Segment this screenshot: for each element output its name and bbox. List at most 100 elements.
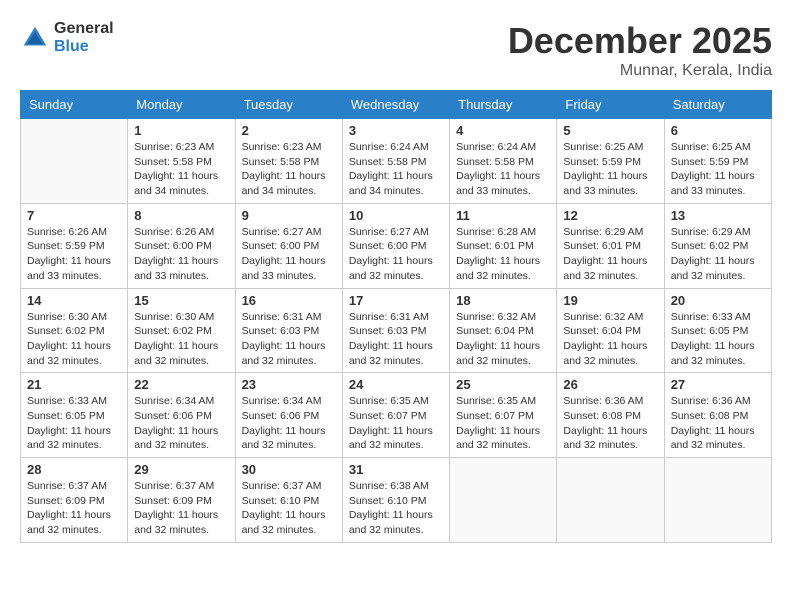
calendar-cell: 6 Sunrise: 6:25 AM Sunset: 5:59 PM Daylig… [664, 119, 771, 204]
day-number: 31 [349, 462, 443, 477]
day-number: 8 [134, 208, 228, 223]
day-number: 3 [349, 123, 443, 138]
day-number: 20 [671, 293, 765, 308]
day-number: 28 [27, 462, 121, 477]
calendar-cell: 8 Sunrise: 6:26 AM Sunset: 6:00 PM Daylig… [128, 203, 235, 288]
cell-info: Sunrise: 6:28 AM Sunset: 6:01 PM Dayligh… [456, 225, 550, 284]
calendar-cell: 13 Sunrise: 6:29 AM Sunset: 6:02 PM Dayli… [664, 203, 771, 288]
cell-info: Sunrise: 6:24 AM Sunset: 5:58 PM Dayligh… [456, 140, 550, 199]
calendar-cell: 30 Sunrise: 6:37 AM Sunset: 6:10 PM Dayli… [235, 458, 342, 543]
calendar-cell: 25Sunrise: 6:35 AM Sunset: 6:07 PM Dayli… [450, 373, 557, 458]
cell-info: Sunrise: 6:32 AM Sunset: 6:04 PM Dayligh… [456, 310, 550, 369]
calendar-cell: 3 Sunrise: 6:24 AM Sunset: 5:58 PM Daylig… [342, 119, 449, 204]
cell-info: Sunrise: 6:29 AM Sunset: 6:02 PM Dayligh… [671, 225, 765, 284]
calendar-cell: 1 Sunrise: 6:23 AM Sunset: 5:58 PM Daylig… [128, 119, 235, 204]
calendar-cell: 15Sunrise: 6:30 AM Sunset: 6:02 PM Dayli… [128, 288, 235, 373]
cell-info: Sunrise: 6:33 AM Sunset: 6:05 PM Dayligh… [27, 394, 121, 453]
cell-info: Sunrise: 6:25 AM Sunset: 5:59 PM Dayligh… [671, 140, 765, 199]
title-area: December 2025 Munnar, Kerala, India [508, 20, 772, 80]
day-number: 26 [563, 377, 657, 392]
calendar-week-row: 7Sunrise: 6:26 AM Sunset: 5:59 PM Daylig… [21, 203, 772, 288]
day-number: 15 [134, 293, 228, 308]
calendar-cell: 2 Sunrise: 6:23 AM Sunset: 5:58 PM Daylig… [235, 119, 342, 204]
calendar-cell: 9 Sunrise: 6:27 AM Sunset: 6:00 PM Daylig… [235, 203, 342, 288]
cell-info: Sunrise: 6:25 AM Sunset: 5:59 PM Dayligh… [563, 140, 657, 199]
cell-info: Sunrise: 6:35 AM Sunset: 6:07 PM Dayligh… [349, 394, 443, 453]
calendar-cell: 10 Sunrise: 6:27 AM Sunset: 6:00 PM Dayli… [342, 203, 449, 288]
calendar-header-row: SundayMondayTuesdayWednesdayThursdayFrid… [21, 91, 772, 119]
column-header-tuesday: Tuesday [235, 91, 342, 119]
day-number: 18 [456, 293, 550, 308]
day-number: 13 [671, 208, 765, 223]
cell-info: Sunrise: 6:38 AM Sunset: 6:10 PM Dayligh… [349, 479, 443, 538]
day-number: 1 [134, 123, 228, 138]
cell-info: Sunrise: 6:36 AM Sunset: 6:08 PM Dayligh… [671, 394, 765, 453]
day-number: 27 [671, 377, 765, 392]
location: Munnar, Kerala, India [508, 62, 772, 80]
cell-info: Sunrise: 6:37 AM Sunset: 6:09 PM Dayligh… [27, 479, 121, 538]
column-header-friday: Friday [557, 91, 664, 119]
calendar-cell [21, 119, 128, 204]
calendar-cell: 27 Sunrise: 6:36 AM Sunset: 6:08 PM Dayli… [664, 373, 771, 458]
cell-info: Sunrise: 6:30 AM Sunset: 6:02 PM Dayligh… [27, 310, 121, 369]
cell-info: Sunrise: 6:34 AM Sunset: 6:06 PM Dayligh… [134, 394, 228, 453]
day-number: 9 [242, 208, 336, 223]
column-header-monday: Monday [128, 91, 235, 119]
day-number: 30 [242, 462, 336, 477]
column-header-saturday: Saturday [664, 91, 771, 119]
calendar-cell: 23Sunrise: 6:34 AM Sunset: 6:06 PM Dayli… [235, 373, 342, 458]
calendar-cell: 31 Sunrise: 6:38 AM Sunset: 6:10 PM Dayli… [342, 458, 449, 543]
logo-general-text: General [54, 20, 114, 38]
day-number: 5 [563, 123, 657, 138]
calendar-cell: 11 Sunrise: 6:28 AM Sunset: 6:01 PM Dayli… [450, 203, 557, 288]
cell-info: Sunrise: 6:32 AM Sunset: 6:04 PM Dayligh… [563, 310, 657, 369]
month-title: December 2025 [508, 20, 772, 62]
calendar-week-row: 14 Sunrise: 6:30 AM Sunset: 6:02 PM Dayli… [21, 288, 772, 373]
day-number: 12 [563, 208, 657, 223]
cell-info: Sunrise: 6:31 AM Sunset: 6:03 PM Dayligh… [242, 310, 336, 369]
day-number: 6 [671, 123, 765, 138]
cell-info: Sunrise: 6:33 AM Sunset: 6:05 PM Dayligh… [671, 310, 765, 369]
calendar-cell [450, 458, 557, 543]
calendar-cell: 5 Sunrise: 6:25 AM Sunset: 5:59 PM Daylig… [557, 119, 664, 204]
column-header-wednesday: Wednesday [342, 91, 449, 119]
cell-info: Sunrise: 6:27 AM Sunset: 6:00 PM Dayligh… [349, 225, 443, 284]
calendar-cell: 7Sunrise: 6:26 AM Sunset: 5:59 PM Daylig… [21, 203, 128, 288]
day-number: 2 [242, 123, 336, 138]
day-number: 14 [27, 293, 121, 308]
logo-icon [20, 23, 50, 53]
day-number: 17 [349, 293, 443, 308]
calendar-table: SundayMondayTuesdayWednesdayThursdayFrid… [20, 90, 772, 543]
day-number: 21 [27, 377, 121, 392]
cell-info: Sunrise: 6:37 AM Sunset: 6:10 PM Dayligh… [242, 479, 336, 538]
calendar-cell: 16Sunrise: 6:31 AM Sunset: 6:03 PM Dayli… [235, 288, 342, 373]
cell-info: Sunrise: 6:34 AM Sunset: 6:06 PM Dayligh… [242, 394, 336, 453]
column-header-thursday: Thursday [450, 91, 557, 119]
calendar-cell: 28 Sunrise: 6:37 AM Sunset: 6:09 PM Dayli… [21, 458, 128, 543]
calendar-cell: 4Sunrise: 6:24 AM Sunset: 5:58 PM Daylig… [450, 119, 557, 204]
calendar-cell [557, 458, 664, 543]
cell-info: Sunrise: 6:24 AM Sunset: 5:58 PM Dayligh… [349, 140, 443, 199]
logo: General Blue [20, 20, 114, 55]
calendar-cell: 19 Sunrise: 6:32 AM Sunset: 6:04 PM Dayli… [557, 288, 664, 373]
calendar-cell: 17 Sunrise: 6:31 AM Sunset: 6:03 PM Dayli… [342, 288, 449, 373]
column-header-sunday: Sunday [21, 91, 128, 119]
logo-blue-text: Blue [54, 38, 114, 56]
cell-info: Sunrise: 6:29 AM Sunset: 6:01 PM Dayligh… [563, 225, 657, 284]
day-number: 24 [349, 377, 443, 392]
day-number: 11 [456, 208, 550, 223]
cell-info: Sunrise: 6:23 AM Sunset: 5:58 PM Dayligh… [242, 140, 336, 199]
calendar-week-row: 21 Sunrise: 6:33 AM Sunset: 6:05 PM Dayli… [21, 373, 772, 458]
header: General Blue December 2025 Munnar, Keral… [20, 20, 772, 80]
calendar-cell: 12 Sunrise: 6:29 AM Sunset: 6:01 PM Dayli… [557, 203, 664, 288]
day-number: 19 [563, 293, 657, 308]
day-number: 10 [349, 208, 443, 223]
cell-info: Sunrise: 6:27 AM Sunset: 6:00 PM Dayligh… [242, 225, 336, 284]
cell-info: Sunrise: 6:23 AM Sunset: 5:58 PM Dayligh… [134, 140, 228, 199]
calendar-cell: 24 Sunrise: 6:35 AM Sunset: 6:07 PM Dayli… [342, 373, 449, 458]
calendar-week-row: 28 Sunrise: 6:37 AM Sunset: 6:09 PM Dayli… [21, 458, 772, 543]
cell-info: Sunrise: 6:26 AM Sunset: 6:00 PM Dayligh… [134, 225, 228, 284]
cell-info: Sunrise: 6:37 AM Sunset: 6:09 PM Dayligh… [134, 479, 228, 538]
day-number: 29 [134, 462, 228, 477]
cell-info: Sunrise: 6:31 AM Sunset: 6:03 PM Dayligh… [349, 310, 443, 369]
